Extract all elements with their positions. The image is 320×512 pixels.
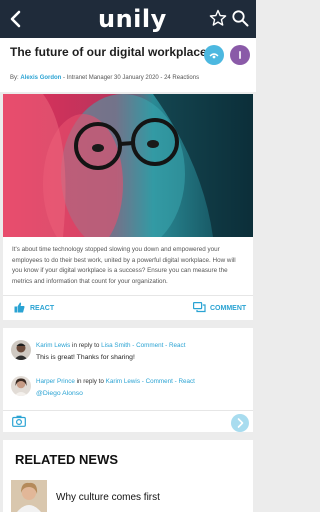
byline-details: - Intranet Manager 30 January 2020 - 24 … — [61, 75, 200, 81]
user-profile-button[interactable] — [230, 45, 250, 65]
related-news-heading: RELATED NEWS — [15, 452, 119, 467]
related-news-item-title[interactable]: Why culture comes first — [56, 492, 160, 503]
article-title: The future of our digital workplace — [10, 45, 207, 59]
comment-button[interactable]: COMMENT — [193, 302, 246, 315]
news-thumbnail-image — [11, 480, 47, 512]
article-actions: REACT COMMENT — [3, 295, 253, 320]
top-bar: unily — [0, 0, 256, 38]
commenter-name[interactable]: Harper Prince — [36, 378, 75, 385]
share-icon — [209, 53, 219, 59]
reply-to-name[interactable]: Lisa Smith — [101, 342, 130, 349]
search-icon[interactable] — [231, 9, 249, 27]
comment-icon — [193, 302, 206, 313]
comment-links[interactable]: - Comment - React — [131, 342, 185, 349]
avatar[interactable] — [11, 376, 31, 396]
share-button[interactable] — [204, 45, 224, 65]
camera-icon[interactable] — [12, 415, 26, 427]
avatar[interactable] — [11, 340, 31, 360]
comment-text: This is great! Thanks for sharing! — [36, 354, 135, 361]
send-button[interactable] — [231, 414, 249, 432]
comment-meta: Harper Prince in reply to Karim Lewis - … — [36, 378, 195, 385]
related-news-section: RELATED NEWS Why culture comes first — [3, 440, 253, 512]
comment-links[interactable]: - Comment - React — [140, 378, 195, 385]
star-icon[interactable] — [209, 9, 227, 27]
app-logo[interactable]: unily — [98, 5, 167, 33]
back-arrow-icon[interactable] — [6, 8, 26, 30]
related-news-thumbnail[interactable] — [11, 480, 47, 512]
commenter-name[interactable]: Karim Lewis — [36, 342, 70, 349]
reply-to-name[interactable]: Karim Lewis — [106, 378, 140, 385]
byline-prefix: By: — [10, 75, 19, 81]
comments-section: Karim Lewis in reply to Lisa Smith - Com… — [3, 328, 253, 432]
reply-text: in reply to — [74, 378, 106, 385]
article-byline: By: Alexis Gordon - Intranet Manager 30 … — [10, 75, 199, 81]
comment-meta: Karim Lewis in reply to Lisa Smith - Com… — [36, 342, 185, 349]
author-link[interactable]: Alexis Gordon — [20, 75, 61, 81]
portrait-image — [3, 94, 253, 237]
chevron-right-icon — [237, 418, 244, 428]
article-body: It's about time technology stopped slowi… — [12, 246, 236, 285]
comment-label: COMMENT — [210, 305, 247, 312]
react-button[interactable]: REACT — [14, 302, 54, 315]
react-label: REACT — [30, 305, 55, 312]
comment-input-bar[interactable] — [3, 410, 253, 432]
article-hero-image — [3, 94, 253, 237]
person-avatar-icon — [11, 376, 31, 396]
comment-text[interactable]: @Diego Alonso — [36, 390, 83, 397]
reply-text: in reply to — [70, 342, 102, 349]
thumbs-up-icon — [14, 302, 25, 313]
person-avatar-icon — [11, 340, 31, 360]
article-card: It's about time technology stopped slowi… — [3, 94, 253, 320]
user-icon — [239, 51, 241, 59]
